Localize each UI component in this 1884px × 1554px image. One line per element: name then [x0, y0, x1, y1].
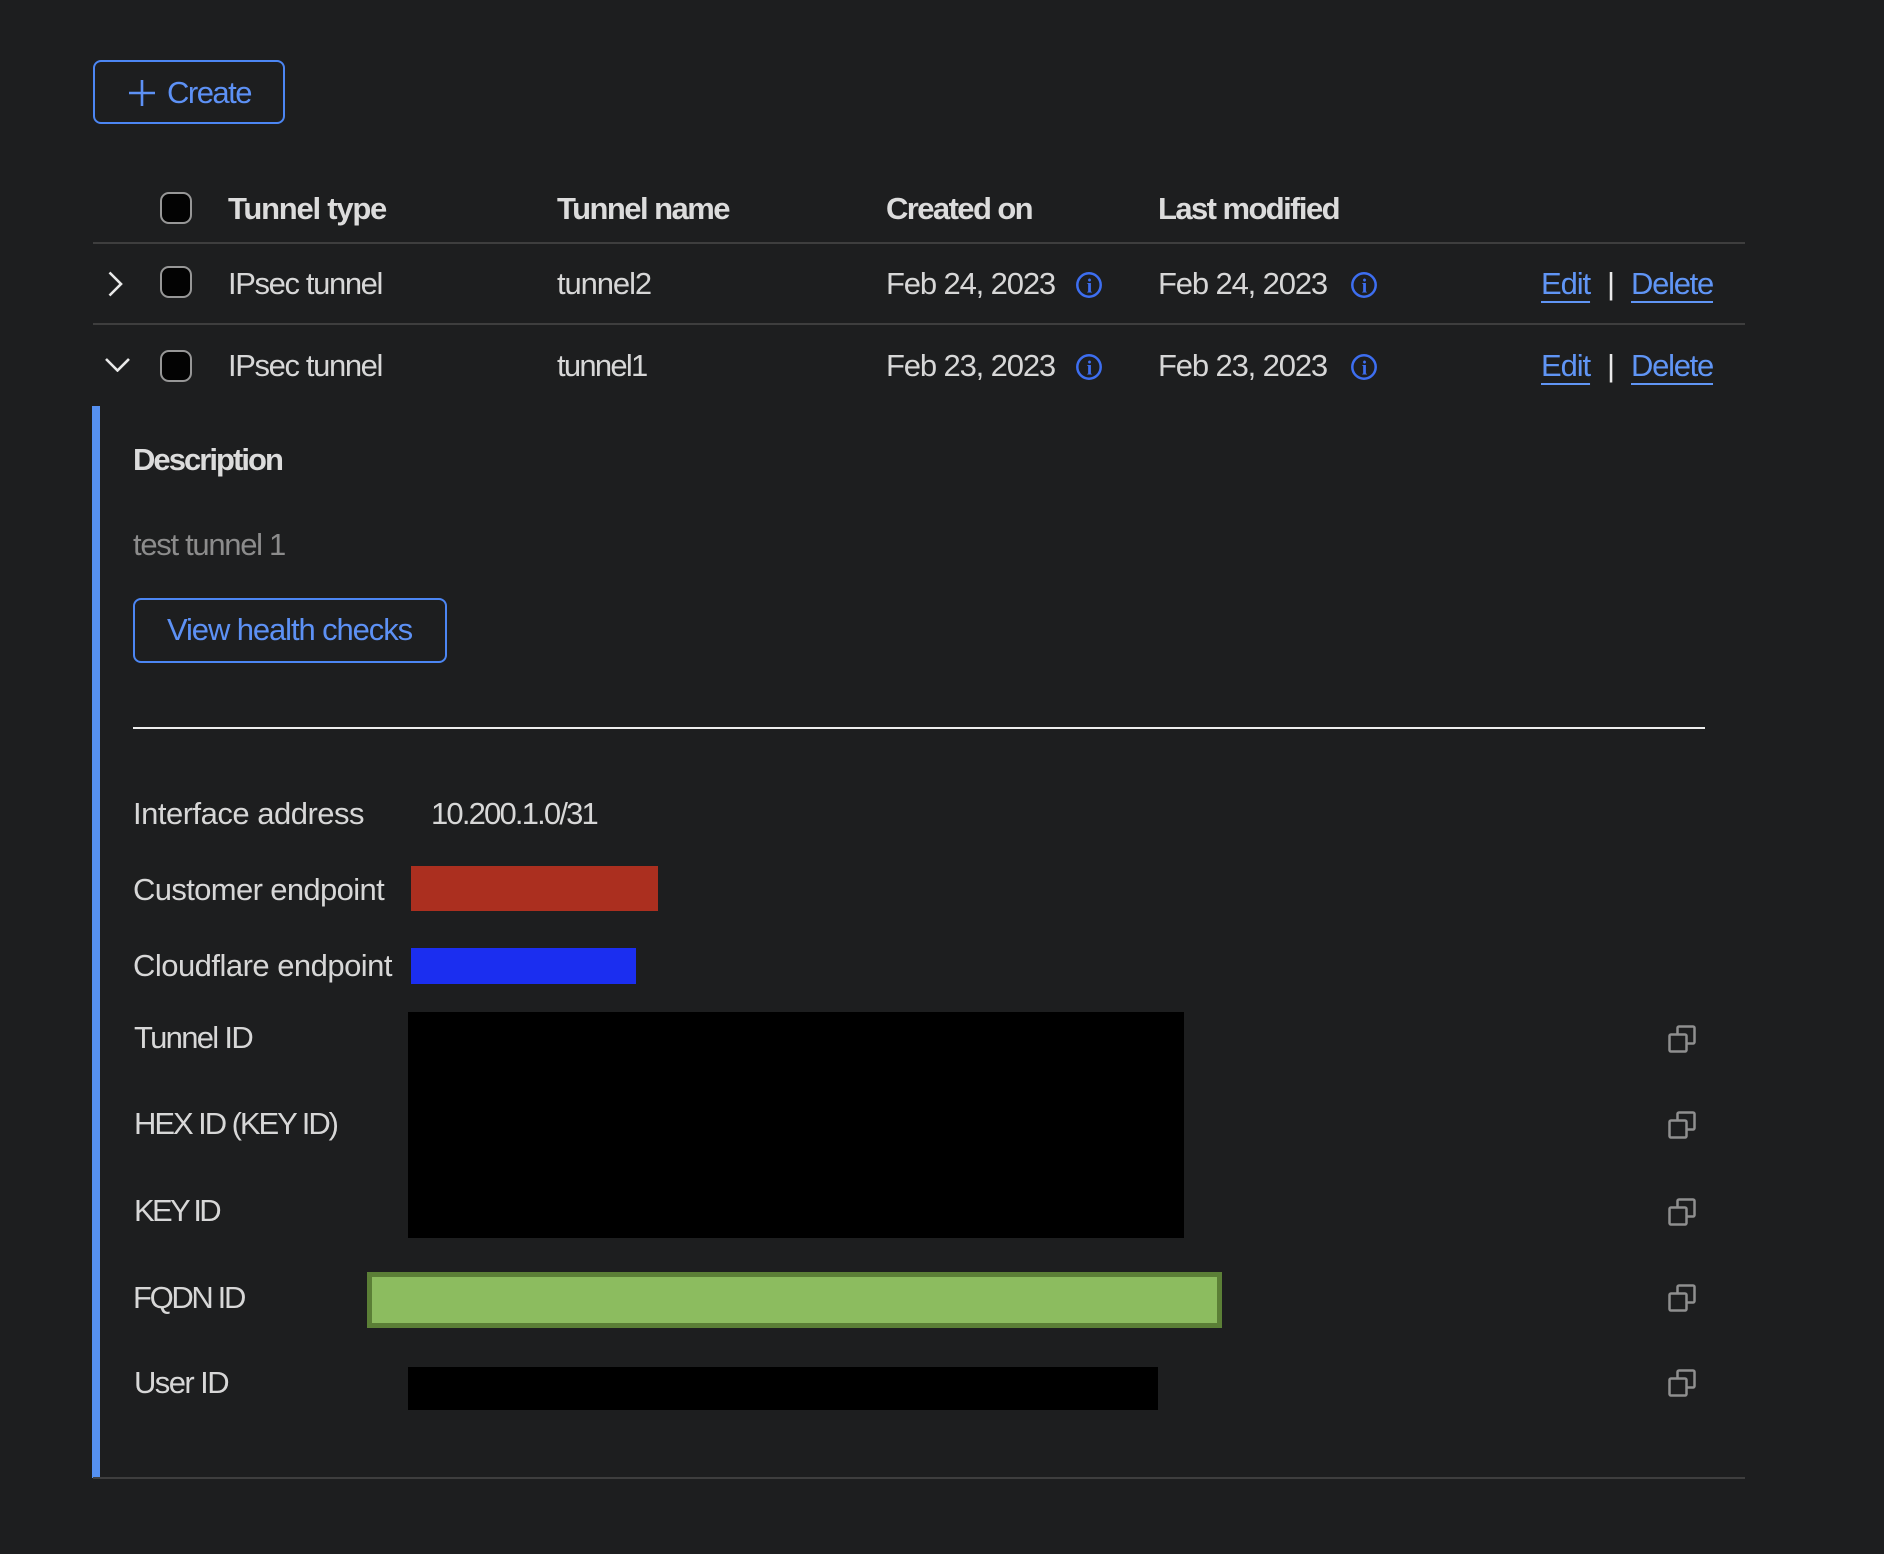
svg-text:i: i: [1087, 359, 1093, 380]
svg-text:i: i: [1087, 277, 1093, 298]
svg-text:i: i: [1362, 359, 1368, 380]
svg-text:i: i: [1362, 277, 1368, 298]
